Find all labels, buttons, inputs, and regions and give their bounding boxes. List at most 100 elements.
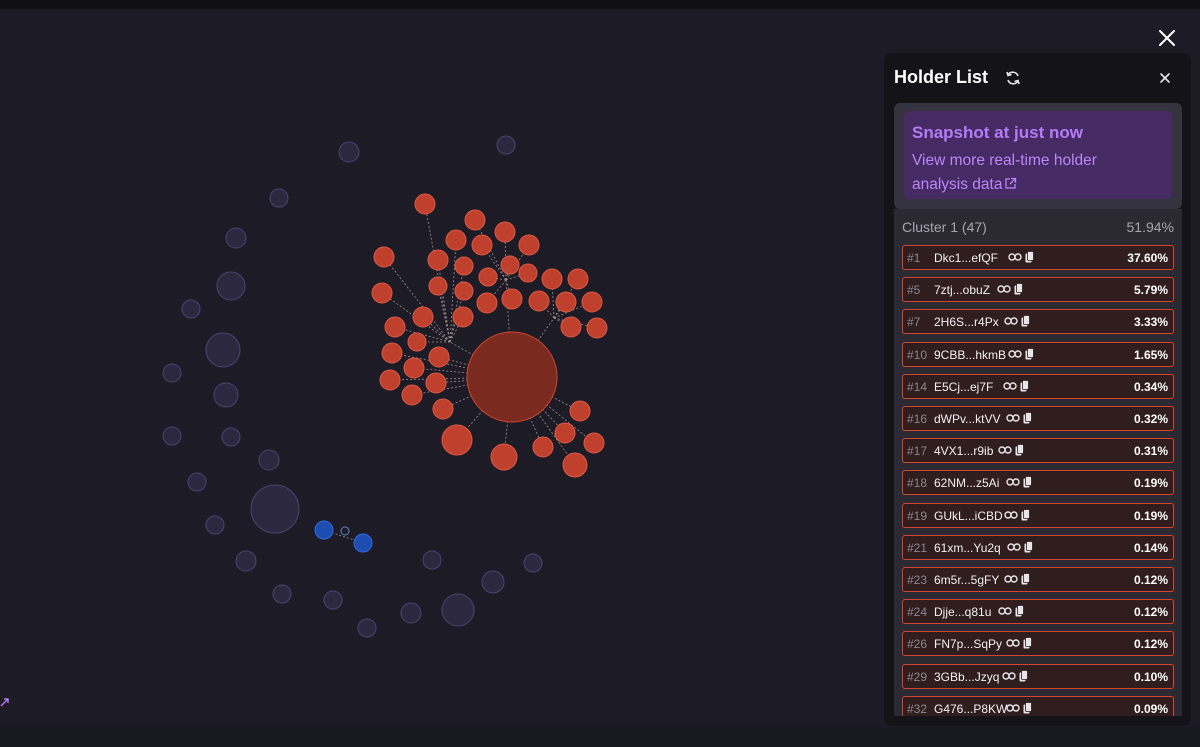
holder-row[interactable]: #17 4VX1...r9ib 0.31%	[902, 438, 1174, 464]
link-icon[interactable]	[1008, 349, 1022, 359]
copy-icon[interactable]	[1025, 347, 1034, 360]
link-icon[interactable]	[1004, 510, 1018, 520]
holder-bubble-linked-pair[interactable]	[314, 520, 334, 540]
holder-address[interactable]: G476...P8KW	[934, 702, 1007, 716]
holder-row[interactable]: #32 G476...P8KW 0.09%	[902, 695, 1174, 716]
holder-address[interactable]: 6m5r...5gFY	[934, 573, 999, 587]
holder-row[interactable]: #24 Djje...q81u 0.12%	[902, 599, 1174, 625]
holder-address[interactable]: 2H6S...r4Px	[934, 315, 999, 329]
holder-bubble[interactable]	[562, 452, 588, 478]
holder-row[interactable]: #5 7ztj...obuZ 5.79%	[902, 277, 1174, 303]
holder-bubble[interactable]	[554, 422, 576, 444]
holder-bubble[interactable]	[412, 306, 434, 328]
holder-bubble[interactable]	[583, 432, 605, 454]
holder-address[interactable]: FN7p...SqPy	[934, 637, 1002, 651]
copy-icon[interactable]	[1023, 412, 1032, 424]
link-icon[interactable]	[1006, 477, 1020, 487]
holder-bubble[interactable]	[428, 276, 448, 296]
holder-bubble[interactable]	[452, 306, 474, 328]
link-icon[interactable]	[998, 445, 1012, 455]
holder-address[interactable]: 7ztj...obuZ	[934, 283, 990, 297]
holder-bubble[interactable]	[494, 221, 516, 243]
holder-row[interactable]: #18 62NM...z5Ai 0.19%	[902, 470, 1174, 496]
holder-bubble[interactable]	[403, 357, 425, 379]
holder-bubble[interactable]	[501, 288, 523, 310]
holder-bubble[interactable]	[541, 268, 563, 290]
holder-bubble-unlinked[interactable]	[272, 584, 292, 604]
copy-icon[interactable]	[1023, 701, 1032, 714]
refresh-icon[interactable]	[1004, 69, 1022, 87]
holder-bubble-unlinked[interactable]	[162, 363, 182, 383]
holder-bubble[interactable]	[384, 316, 406, 338]
holder-bubble[interactable]	[581, 291, 603, 313]
holder-bubble-unlinked[interactable]	[523, 553, 543, 573]
holder-bubble-unlinked[interactable]	[250, 484, 300, 534]
link-icon[interactable]	[1006, 638, 1020, 648]
copy-icon[interactable]	[1019, 669, 1028, 682]
holder-row[interactable]: #26 FN7p...SqPy 0.12%	[902, 631, 1174, 657]
holder-bubble-unlinked[interactable]	[221, 427, 241, 447]
external-link-icon[interactable]	[0, 694, 10, 708]
holder-bubble-unlinked[interactable]	[225, 227, 247, 249]
holder-bubble-unlinked[interactable]	[181, 299, 201, 319]
holder-bubble[interactable]	[476, 292, 498, 314]
holder-bubble[interactable]	[567, 268, 589, 290]
holder-address[interactable]: Djje...q81u	[934, 605, 991, 619]
holder-bubble[interactable]	[586, 317, 608, 339]
holder-bubble[interactable]	[373, 246, 395, 268]
holder-bubble-main[interactable]	[466, 331, 558, 423]
holder-bubble-unlinked[interactable]	[269, 188, 289, 208]
copy-icon[interactable]	[1024, 540, 1033, 553]
holder-address[interactable]: dWPv...ktVV	[934, 412, 1000, 426]
holder-bubble[interactable]	[478, 267, 498, 287]
copy-icon[interactable]	[1021, 573, 1030, 585]
holder-bubble[interactable]	[528, 290, 550, 312]
holder-bubble[interactable]	[428, 346, 450, 368]
holder-row[interactable]: #19 GUkL...iCBD 0.19%	[902, 502, 1174, 528]
link-icon[interactable]	[1006, 703, 1020, 713]
holder-bubble[interactable]	[445, 229, 467, 251]
realtime-analysis-link[interactable]: View more real-time holder analysis data	[912, 149, 1152, 197]
copy-icon[interactable]	[1021, 508, 1030, 521]
holder-bubble-unlinked[interactable]	[205, 332, 241, 368]
holder-row[interactable]: #10 9CBB...hkmB 1.65%	[902, 341, 1174, 367]
holder-bubble[interactable]	[381, 342, 403, 364]
link-node[interactable]	[340, 526, 350, 536]
link-icon[interactable]	[1002, 671, 1016, 681]
link-icon[interactable]	[1004, 316, 1018, 326]
holder-address[interactable]: 62NM...z5Ai	[934, 476, 999, 490]
holder-bubble-unlinked[interactable]	[162, 426, 182, 446]
holder-bubble-linked-pair[interactable]	[353, 533, 373, 553]
link-icon[interactable]	[1008, 252, 1022, 262]
holder-bubble-unlinked[interactable]	[481, 570, 505, 594]
holder-bubble-unlinked[interactable]	[205, 515, 225, 535]
holder-address[interactable]: 9CBB...hkmB	[934, 348, 1006, 362]
holder-bubble[interactable]	[427, 249, 449, 271]
holder-address[interactable]: 4VX1...r9ib	[934, 444, 993, 458]
holder-bubble[interactable]	[555, 291, 577, 313]
holder-row[interactable]: #16 dWPv...ktVV 0.32%	[902, 406, 1174, 431]
link-icon[interactable]	[997, 284, 1011, 294]
holder-address[interactable]: Dkc1...efQF	[934, 251, 998, 265]
holder-bubble-unlinked[interactable]	[422, 550, 442, 570]
link-icon[interactable]	[1003, 381, 1017, 391]
holder-address[interactable]: 3GBb...Jzyq	[934, 670, 999, 684]
holder-bubble[interactable]	[560, 316, 582, 338]
copy-icon[interactable]	[1023, 476, 1032, 488]
holder-bubble[interactable]	[569, 400, 591, 422]
link-icon[interactable]	[1006, 413, 1020, 423]
copy-icon[interactable]	[1015, 605, 1024, 617]
holder-bubble[interactable]	[518, 234, 540, 256]
holder-bubble[interactable]	[407, 332, 427, 352]
holder-bubble[interactable]	[500, 255, 520, 275]
holder-bubble[interactable]	[518, 263, 538, 283]
holder-bubble-unlinked[interactable]	[258, 449, 280, 471]
close-map-button[interactable]	[1153, 24, 1181, 52]
holder-bubble[interactable]	[532, 436, 554, 458]
holder-bubble-unlinked[interactable]	[357, 618, 377, 638]
holder-bubble[interactable]	[490, 443, 518, 471]
copy-icon[interactable]	[1025, 251, 1034, 263]
holder-bubble[interactable]	[464, 209, 486, 231]
holder-bubble-unlinked[interactable]	[213, 382, 239, 408]
close-panel-icon[interactable]	[1158, 71, 1172, 85]
